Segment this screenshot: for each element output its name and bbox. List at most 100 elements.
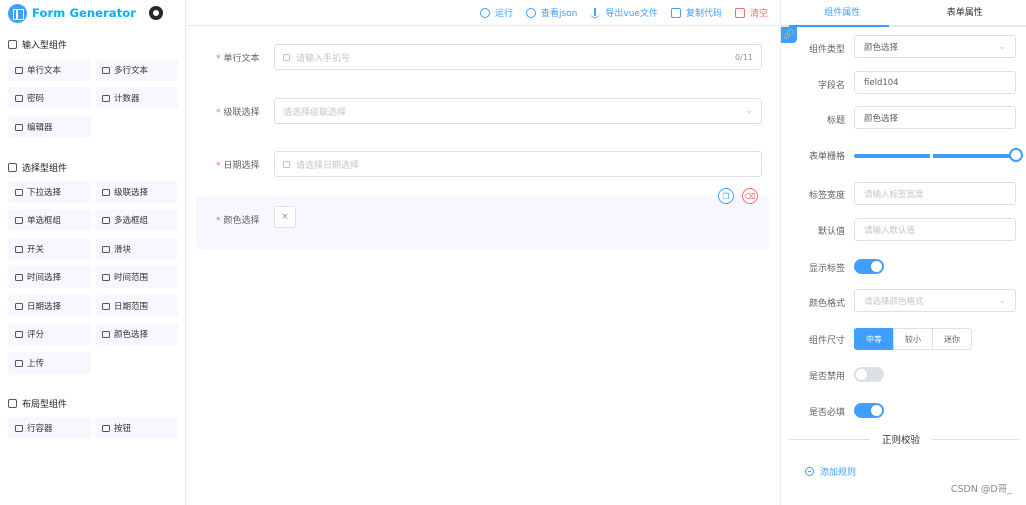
star-icon [15,330,23,338]
input-placeholder: 请选择级联选择 [283,107,347,118]
field-label: * 级联选择 [216,105,260,118]
component-item[interactable]: 上传 [8,352,91,374]
field-label: * 日期选择 [216,158,260,171]
download-icon [590,7,601,18]
title-input[interactable]: 颜色选择 [854,106,1016,129]
copy-code-button[interactable]: 复制代码 [670,6,722,19]
field-label-text: 级联选择 [223,108,260,118]
component-category-icon [8,40,17,49]
form-item-color-active[interactable]: * 颜色选择 × ❐ ⌫ [196,188,770,250]
trash-icon [734,7,745,18]
input-placeholder: 请输入标签宽度 [864,189,924,200]
color-format-select[interactable]: 请选择颜色格式 ⌄ [854,289,1016,312]
password-icon [15,94,23,102]
export-vue-button[interactable]: 导出vue文件 [590,6,658,19]
component-item[interactable]: 开关 [8,238,91,260]
link-icon[interactable]: 🔗 [781,27,797,43]
form-item-date[interactable]: * 日期选择 请选择日期选择 [196,146,770,188]
size-radio-group: 中等 较小 迷你 [854,328,972,350]
component-item[interactable]: 下拉选择 [8,181,91,203]
input-value: 颜色选择 [864,113,899,124]
prop-label: 组件类型 [808,45,845,55]
trash-icon: ⌫ [744,191,756,201]
component-label: 颜色选择 [114,330,149,340]
github-icon[interactable] [149,6,164,20]
chevron-down-icon: ⌄ [745,106,753,116]
component-item[interactable]: 时间选择 [8,266,91,288]
component-item[interactable]: 日期范围 [95,295,178,317]
field-label: * 颜色选择 [216,213,260,226]
prop-label: 标签宽度 [808,191,845,201]
single-text-input[interactable]: 请输入手机号 0/11 [274,44,762,70]
tab-form-props[interactable]: 表单属性 [904,0,1026,25]
show-label-switch[interactable] [854,259,884,274]
input-value: field104 [864,77,899,88]
add-circle-icon [805,467,814,476]
component-label: 日期选择 [27,302,62,312]
delete-item-button[interactable]: ⌫ [742,188,758,204]
size-mini-option[interactable]: 迷你 [932,328,972,350]
form-item-single-text[interactable]: * 单行文本 请输入手机号 0/11 [196,39,770,81]
default-value-input[interactable]: 请输入默认值 [854,218,1016,241]
component-item[interactable]: 编辑器 [8,116,91,138]
component-item[interactable]: 单选框组 [8,209,91,231]
size-medium-option[interactable]: 中等 [854,328,894,350]
time-icon [15,273,23,281]
label-width-input[interactable]: 请输入标签宽度 [854,182,1016,205]
category-title: 输入型组件 [22,41,68,51]
tab-component-props[interactable]: 组件属性 [781,0,904,25]
textarea-icon [102,66,110,74]
component-label: 级联选择 [114,188,149,198]
grid-slider[interactable] [854,148,1023,162]
field-label: * 单行文本 [216,51,260,64]
date-input[interactable]: 请选择日期选择 [274,151,762,177]
component-item[interactable]: 单行文本 [8,59,91,81]
component-label: 按钮 [114,424,132,434]
color-picker[interactable]: × [274,206,296,228]
char-count: 0/11 [735,52,753,62]
add-rule-button[interactable]: 添加规则 [805,465,856,478]
component-item[interactable]: 级联选择 [95,181,178,203]
component-label: 多行文本 [114,66,149,76]
component-item[interactable]: 密码 [8,87,91,109]
copy-item-button[interactable]: ❐ [718,188,734,204]
select-placeholder: 请选择颜色格式 [864,296,924,307]
form-item-cascader[interactable]: * 级联选择 请选择级联选择 ⌄ [196,93,770,135]
input-icon [15,66,23,74]
component-label: 单选框组 [27,216,62,226]
copy-code-label: 复制代码 [685,9,722,19]
component-label: 多选框组 [114,216,149,226]
component-item[interactable]: 滑块 [95,238,178,260]
disabled-switch[interactable] [854,367,884,382]
component-item[interactable]: 日期选择 [8,295,91,317]
component-item[interactable]: 行容器 [8,417,91,439]
clear-button[interactable]: 清空 [734,6,768,19]
component-item[interactable]: 时间范围 [95,266,178,288]
component-item[interactable]: 按钮 [95,417,178,439]
field-label-text: 颜色选择 [223,216,260,226]
cascader-input[interactable]: 请选择级联选择 ⌄ [274,98,762,124]
component-item[interactable]: 计数器 [95,87,178,109]
size-small-option[interactable]: 较小 [893,328,933,350]
required-switch[interactable] [854,403,884,418]
input-placeholder: 请输入默认值 [864,225,916,236]
component-category-icon [8,399,17,408]
component-label: 评分 [27,330,45,340]
component-item[interactable]: 颜色选择 [95,323,178,345]
select-value: 颜色选择 [864,42,899,53]
component-type-select[interactable]: 颜色选择 ⌄ [854,35,1016,58]
prop-label: 是否禁用 [808,372,845,382]
prop-label: 是否必填 [808,408,845,418]
switch-icon [15,245,23,253]
copy-icon: ❐ [722,191,730,201]
mobile-icon [283,53,290,61]
field-name-input[interactable]: field104 [854,71,1016,94]
component-item[interactable]: 多选框组 [95,209,178,231]
view-json-button[interactable]: 查看json [525,6,577,19]
button-icon [102,424,110,432]
component-category-icon [8,163,17,172]
component-item[interactable]: 评分 [8,323,91,345]
component-item[interactable]: 多行文本 [95,59,178,81]
slider-thumb[interactable] [1009,148,1023,162]
run-button[interactable]: 运行 [479,6,513,19]
